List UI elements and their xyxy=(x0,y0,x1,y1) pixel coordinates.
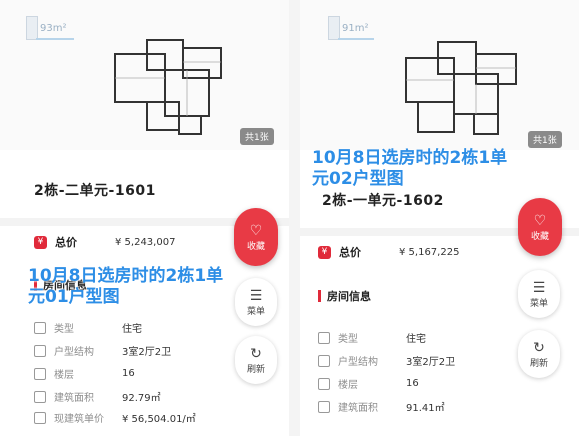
tag-icon xyxy=(34,321,46,334)
info-row-area: 建筑面积 91.41㎡ xyxy=(318,399,445,414)
price-label: 总价 xyxy=(339,246,361,259)
info-row-area: 建筑面积 92.79㎡ xyxy=(34,389,161,404)
floorplan-drawing xyxy=(388,32,528,142)
price-value: ¥ 5,243,007 xyxy=(115,236,176,248)
info-row-layout: 户型结构 3室2厅2卫 xyxy=(318,353,455,368)
section-marker xyxy=(318,290,321,302)
info-value: 91.41㎡ xyxy=(406,403,445,414)
info-value: 住宅 xyxy=(406,334,426,345)
caption-line-1: 10月8日选房时的2栋1单 xyxy=(312,148,508,168)
caption-overlay: 10月8日选房时的2栋1单 元01户型图 xyxy=(28,266,223,308)
menu-button[interactable]: ☰ 菜单 xyxy=(235,278,277,326)
menu-button[interactable]: ☰ 菜单 xyxy=(518,270,560,318)
price-row: ¥ 总价 ¥ 5,243,007 xyxy=(34,234,175,250)
refresh-icon: ↻ xyxy=(250,345,262,362)
section-title: 房间信息 xyxy=(318,288,371,304)
layout-icon xyxy=(34,344,46,357)
info-label: 建筑面积 xyxy=(338,403,378,414)
info-value: 住宅 xyxy=(122,324,142,335)
info-row-type: 类型 住宅 xyxy=(318,330,426,345)
area-badge-line xyxy=(36,38,74,40)
image-count-badge[interactable]: 共1张 xyxy=(528,131,562,148)
info-value: 3室2厅2卫 xyxy=(406,357,456,368)
floorplan-image-area[interactable]: 93m² 共1张 xyxy=(0,0,290,150)
info-label: 楼层 xyxy=(338,380,358,391)
list-icon: ☰ xyxy=(532,279,546,296)
info-value: 3室2厅2卫 xyxy=(122,347,172,358)
area-badge-line xyxy=(338,38,374,40)
unit-title: 2栋-二单元-1601 xyxy=(34,183,156,199)
image-count-badge[interactable]: 共1张 xyxy=(240,128,274,145)
refresh-label: 刷新 xyxy=(246,364,265,375)
left-listing-panel: 93m² 共1张 2栋-二单元-1601 ¥ 总价 ¥ 5,243,007 房间… xyxy=(0,0,290,436)
menu-label: 菜单 xyxy=(246,306,265,317)
floorplan-image-area[interactable]: 91m² 共1张 xyxy=(300,0,579,150)
info-row-layout: 户型结构 3室2厅2卫 xyxy=(34,343,171,358)
info-value: ¥ 56,504.01/㎡ xyxy=(122,414,196,425)
area-badge-text: 91m² xyxy=(342,22,369,34)
price-value: ¥ 5,167,225 xyxy=(399,246,460,258)
floorplan-drawing xyxy=(95,32,235,142)
refresh-icon: ↻ xyxy=(533,339,545,356)
info-value: 92.79㎡ xyxy=(122,393,161,404)
info-value: 16 xyxy=(406,378,419,389)
menu-label: 菜单 xyxy=(529,298,548,309)
unit-price-icon xyxy=(34,411,46,424)
area-badge-icon xyxy=(26,16,38,40)
unit-title: 2栋-一单元-1602 xyxy=(322,193,444,209)
info-label: 类型 xyxy=(54,324,74,335)
section-title-text: 房间信息 xyxy=(327,290,371,303)
info-row-type: 类型 住宅 xyxy=(34,320,142,335)
refresh-button[interactable]: ↻ 刷新 xyxy=(235,336,277,384)
info-label: 建筑面积 xyxy=(54,393,94,404)
price-label: 总价 xyxy=(55,236,77,249)
favorite-button[interactable]: ♡ 收藏 xyxy=(234,208,278,266)
layout-icon xyxy=(318,354,330,367)
favorite-label: 收藏 xyxy=(246,241,265,252)
refresh-button[interactable]: ↻ 刷新 xyxy=(518,330,560,378)
info-label: 现建筑单价 xyxy=(54,414,104,425)
price-row: ¥ 总价 ¥ 5,167,225 xyxy=(318,244,459,260)
info-value: 16 xyxy=(122,368,135,379)
panel-separator xyxy=(289,0,300,436)
refresh-label: 刷新 xyxy=(529,358,548,369)
info-row-floor: 楼层 16 xyxy=(34,366,135,381)
floor-icon xyxy=(318,377,330,390)
area-badge: 91m² xyxy=(328,16,368,40)
caption-line-2: 元02户型图 xyxy=(312,169,404,189)
price-tag-icon: ¥ xyxy=(318,245,331,259)
info-row-unit-price: 现建筑单价 ¥ 56,504.01/㎡ xyxy=(34,410,196,425)
area-badge-icon xyxy=(328,16,340,40)
area-badge-text: 93m² xyxy=(40,22,67,34)
info-label: 户型结构 xyxy=(54,347,94,358)
favorite-button[interactable]: ♡ 收藏 xyxy=(518,198,562,256)
heart-icon: ♡ xyxy=(249,222,263,239)
floor-icon xyxy=(34,367,46,380)
price-tag-icon: ¥ xyxy=(34,235,47,249)
heart-icon: ♡ xyxy=(533,212,547,229)
list-icon: ☰ xyxy=(249,287,263,304)
caption-line-1: 10月8日选房时的2栋1单 xyxy=(28,266,224,286)
tag-icon xyxy=(318,331,330,344)
info-row-floor: 楼层 16 xyxy=(318,376,419,391)
caption-line-2: 元01户型图 xyxy=(28,287,120,307)
right-listing-panel: 91m² 共1张 2栋-一单元-1602 ¥ 总价 ¥ 5,167,225 房间… xyxy=(300,0,579,436)
caption-overlay: 10月8日选房时的2栋1单 元02户型图 xyxy=(312,148,507,190)
info-label: 楼层 xyxy=(54,370,74,381)
area-badge: 93m² xyxy=(26,16,66,40)
area-icon xyxy=(318,400,330,413)
favorite-label: 收藏 xyxy=(530,231,549,242)
area-icon xyxy=(34,390,46,403)
info-label: 户型结构 xyxy=(338,357,378,368)
info-label: 类型 xyxy=(338,334,358,345)
